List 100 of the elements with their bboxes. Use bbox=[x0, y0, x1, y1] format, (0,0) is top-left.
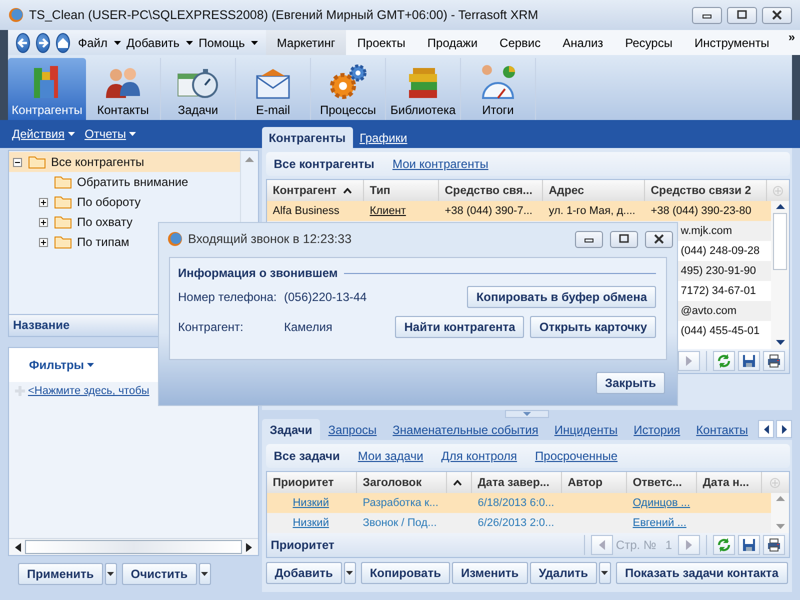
view-tab[interactable]: Все контрагенты bbox=[270, 157, 384, 171]
find-button[interactable]: Найти контрагента bbox=[395, 316, 524, 338]
table-cell-text: +38 (044) 390-7... bbox=[444, 205, 534, 217]
view-tab[interactable]: Просроченные bbox=[531, 449, 628, 463]
table-row[interactable]: Низкий Звонок / Под... 6/26/2013 2:0... Евгений ... bbox=[266, 513, 771, 533]
splitter-handle[interactable] bbox=[504, 410, 549, 418]
module-button[interactable]: Итоги bbox=[461, 58, 536, 120]
print-button[interactable] bbox=[763, 351, 785, 371]
section-tab[interactable]: Маркетинг bbox=[266, 30, 346, 55]
floppy-icon bbox=[742, 354, 756, 368]
tab[interactable]: Инциденты bbox=[546, 419, 626, 440]
table-row[interactable]: Alfa Business Клиент +38 (044) 390-7... ул. 1-го Мая, д.... +38 (044) 390-23-80 bbox=[266, 201, 771, 221]
expander-toggle[interactable] bbox=[39, 218, 48, 226]
tree-item[interactable]: Обратить внимание bbox=[9, 172, 240, 192]
caret-icon bbox=[186, 40, 193, 44]
tab[interactable]: Запросы bbox=[320, 419, 385, 440]
minimize-button[interactable] bbox=[575, 230, 603, 248]
back-button[interactable] bbox=[16, 32, 30, 52]
priority-link[interactable]: Низкий bbox=[292, 497, 329, 509]
menu-item[interactable]: Добавить bbox=[124, 36, 197, 50]
tab[interactable]: Контакты bbox=[688, 419, 756, 440]
scrollbar[interactable] bbox=[9, 538, 258, 555]
refresh-button[interactable] bbox=[713, 351, 735, 371]
task-action-button[interactable]: Изменить bbox=[452, 562, 528, 584]
section-tab[interactable]: Сервис bbox=[488, 30, 552, 55]
open-card-button[interactable]: Открыть карточку bbox=[530, 316, 656, 338]
view-tab[interactable]: Мои задачи bbox=[354, 449, 434, 463]
dialog-close-button[interactable]: Закрыть bbox=[596, 372, 665, 394]
table-cell-text: Alfa Business bbox=[272, 205, 340, 217]
cell-link[interactable]: Клиент bbox=[364, 205, 439, 217]
tab[interactable]: Контрагенты bbox=[262, 127, 353, 148]
view-tab[interactable]: Мои контрагенты bbox=[388, 157, 498, 171]
maximize-button[interactable] bbox=[610, 230, 638, 248]
close-button[interactable] bbox=[645, 230, 673, 248]
module-button[interactable]: Контакты bbox=[86, 58, 161, 120]
add-filter-link[interactable]: <Нажмите здесь, чтобы bbox=[28, 385, 150, 397]
section-tab[interactable]: Анализ bbox=[552, 30, 614, 55]
module-button[interactable]: Контрагенты bbox=[8, 58, 86, 120]
owner-link[interactable]: Одинцов ... bbox=[632, 497, 690, 509]
scrollbar[interactable] bbox=[771, 201, 789, 349]
overflow-chevron[interactable]: » bbox=[780, 30, 800, 44]
folder-icon bbox=[54, 175, 72, 189]
module-button[interactable]: E-mail bbox=[236, 58, 311, 120]
stopwatch-icon bbox=[176, 66, 220, 100]
module-button[interactable]: Задачи bbox=[161, 58, 236, 120]
table-row[interactable]: Низкий Разработка к... 6/18/2013 6:0... Одинцов ... bbox=[266, 493, 771, 513]
home-button[interactable] bbox=[56, 32, 70, 52]
minimize-button[interactable] bbox=[692, 6, 722, 24]
expander-toggle[interactable] bbox=[13, 158, 22, 166]
menu-item[interactable]: Помощь bbox=[196, 36, 262, 50]
scrollbar[interactable] bbox=[771, 493, 789, 533]
dropdown-button[interactable] bbox=[598, 562, 611, 584]
dropdown-button[interactable] bbox=[104, 563, 117, 585]
menu-item[interactable]: Файл bbox=[76, 36, 125, 50]
print-button[interactable] bbox=[763, 535, 785, 555]
maximize-button[interactable] bbox=[727, 6, 757, 24]
dropdown-button[interactable] bbox=[198, 563, 211, 585]
tab[interactable]: Задачи bbox=[262, 419, 320, 440]
expander-toggle[interactable] bbox=[39, 198, 48, 206]
tree-item[interactable]: По охвату bbox=[9, 212, 240, 232]
owner-link[interactable]: Евгений ... bbox=[632, 517, 686, 529]
module-button[interactable]: Библиотека bbox=[386, 58, 461, 120]
save-button[interactable] bbox=[738, 535, 760, 555]
app-logo-icon bbox=[167, 231, 183, 247]
module-button[interactable]: Процессы bbox=[311, 58, 386, 120]
view-tab[interactable]: Все задачи bbox=[270, 449, 350, 463]
filters-menu[interactable]: Фильтры bbox=[29, 358, 94, 372]
tab[interactable]: Знаменательные события bbox=[384, 419, 546, 440]
task-action-button[interactable]: Показать задачи контакта bbox=[616, 562, 788, 584]
tree-item[interactable]: Все контрагенты bbox=[9, 152, 240, 172]
tree-item[interactable]: По обороту bbox=[9, 192, 240, 212]
view-tab[interactable]: Для контроля bbox=[437, 449, 528, 463]
close-button[interactable] bbox=[762, 6, 792, 24]
folder-icon bbox=[54, 235, 72, 249]
tab[interactable]: История bbox=[626, 419, 688, 440]
actions-menu-link[interactable]: Действия bbox=[12, 127, 75, 141]
dropdown-button[interactable] bbox=[344, 562, 356, 584]
section-tab[interactable]: Инструменты bbox=[683, 30, 780, 55]
section-tab[interactable]: Ресурсы bbox=[614, 30, 684, 55]
scroll-left-button[interactable] bbox=[758, 420, 774, 438]
task-action-button[interactable]: Добавить bbox=[266, 562, 342, 584]
expander-toggle[interactable] bbox=[39, 238, 48, 246]
copy-button[interactable]: Копировать в буфер обмена bbox=[467, 286, 656, 308]
tab[interactable]: Графики bbox=[352, 127, 414, 148]
filter-button[interactable]: Очистить bbox=[122, 563, 197, 585]
window-title: TS_Clean (USER-PC\SQLEXPRESS2008) (Евгений Мирный GMT+06:00) - Terrasoft XRM bbox=[29, 8, 540, 22]
refresh-button[interactable] bbox=[713, 535, 735, 555]
caret-icon bbox=[601, 571, 608, 575]
save-button[interactable] bbox=[738, 351, 760, 371]
scroll-right-button[interactable] bbox=[776, 420, 792, 438]
task-action-button[interactable]: Удалить bbox=[530, 562, 597, 584]
forward-button[interactable] bbox=[36, 32, 50, 52]
caret-icon bbox=[114, 40, 121, 44]
section-tab[interactable]: Продажи bbox=[416, 30, 489, 55]
filter-button[interactable]: Применить bbox=[18, 563, 103, 585]
priority-link[interactable]: Низкий bbox=[292, 517, 329, 529]
task-action-button[interactable]: Копировать bbox=[360, 562, 450, 584]
actions-menu-link[interactable]: Отчеты bbox=[84, 127, 136, 141]
gears-icon bbox=[328, 64, 368, 100]
section-tab[interactable]: Проекты bbox=[346, 30, 416, 55]
